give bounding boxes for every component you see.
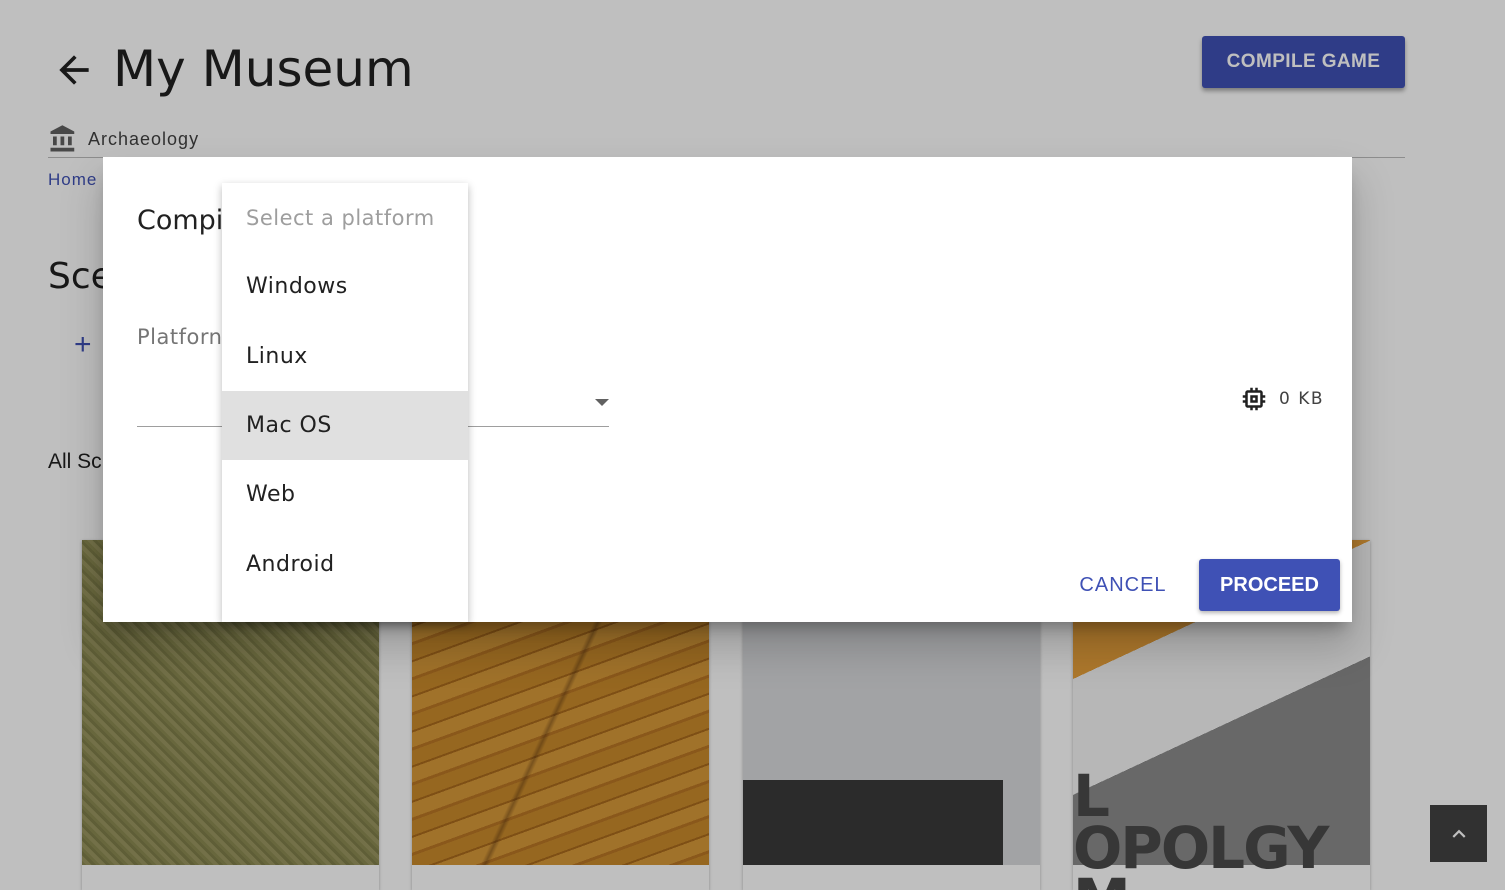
platform-label: Platforn bbox=[137, 325, 223, 349]
cancel-button[interactable]: CANCEL bbox=[1069, 559, 1177, 611]
menu-item-macos[interactable]: Mac OS bbox=[222, 390, 468, 461]
proceed-button[interactable]: PROCEED bbox=[1199, 559, 1340, 611]
menu-item-placeholder[interactable]: Select a platform bbox=[222, 183, 468, 252]
menu-item-web[interactable]: Web bbox=[222, 460, 468, 529]
menu-item-linux[interactable]: Linux bbox=[222, 322, 468, 391]
build-size: 0 KB bbox=[1239, 384, 1324, 414]
menu-item-windows[interactable]: Windows bbox=[222, 252, 468, 321]
dialog-title: Compi bbox=[137, 205, 224, 236]
size-value: 0 KB bbox=[1279, 389, 1325, 409]
platform-dropdown-menu: Select a platform Windows Linux Mac OS W… bbox=[222, 183, 468, 622]
dropdown-arrow-icon bbox=[595, 399, 609, 406]
memory-chip-icon bbox=[1242, 387, 1266, 411]
menu-item-android[interactable]: Android bbox=[222, 529, 468, 598]
